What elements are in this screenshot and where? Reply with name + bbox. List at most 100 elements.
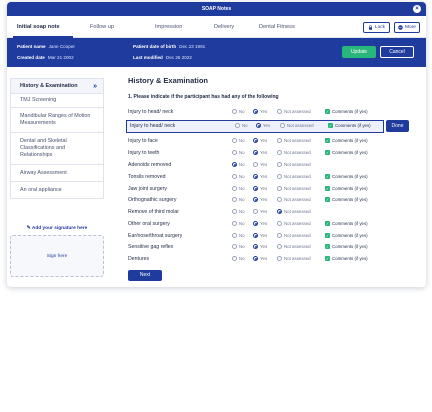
radio-not-assessed[interactable]: Not assessed (277, 244, 311, 249)
tab-impression[interactable]: Impression (155, 16, 182, 38)
radio-yes[interactable]: Yes (253, 209, 267, 214)
done-button[interactable]: Done (386, 120, 409, 132)
radio-no[interactable]: No (232, 233, 245, 238)
radio-not-assessed[interactable]: Not assessed (277, 109, 311, 114)
radio-label: Yes (260, 197, 268, 202)
radio-label: Not assessed (284, 197, 311, 202)
radio-yes[interactable]: Yes (253, 233, 267, 238)
window-title: SOAP Notes (201, 6, 232, 12)
radio-no[interactable]: No (232, 244, 245, 249)
comments-checkbox[interactable]: ✓ Comments (if yes) (325, 244, 368, 249)
radio-circle-icon (253, 244, 258, 249)
radio-label: Not assessed (284, 244, 311, 249)
comments-checkbox[interactable]: ✓ Comments (if yes) (328, 123, 371, 128)
more-button[interactable]: More (394, 22, 420, 33)
radio-no[interactable]: No (232, 221, 245, 226)
radio-no[interactable]: No (232, 109, 245, 114)
radio-not-assessed[interactable]: Not assessed (280, 123, 314, 128)
radio-label: Yes (260, 233, 268, 238)
radio-circle-icon (232, 256, 237, 261)
comments-checkbox[interactable]: ✓ Comments (if yes) (325, 197, 368, 202)
radio-yes[interactable]: Yes (253, 256, 267, 261)
question-row: Orthognathic surgery No Yes Not assessed ✓ Co… (128, 195, 368, 206)
created-date: Created date Mar 21 2002 (17, 55, 74, 60)
radio-not-assessed[interactable]: Not assessed (277, 256, 311, 261)
radio-no[interactable]: No (232, 209, 245, 214)
radio-not-assessed[interactable]: Not assessed (277, 138, 311, 143)
comments-label: Comments (if yes) (332, 174, 368, 179)
comments-label: Comments (if yes) (332, 233, 368, 238)
radio-yes[interactable]: Yes (253, 138, 267, 143)
comments-checkbox[interactable]: ✓ Comments (if yes) (325, 186, 368, 191)
radio-not-assessed[interactable]: Not assessed (277, 209, 311, 214)
comments-checkbox[interactable]: ✓ Comments (if yes) (325, 174, 368, 179)
sidebar-item-dental-skeletal[interactable]: Dental and Skeletal Classifications and … (10, 133, 104, 165)
radio-not-assessed[interactable]: Not assessed (277, 150, 311, 155)
close-button[interactable]: × (413, 5, 421, 13)
radio-not-assessed[interactable]: Not assessed (277, 233, 311, 238)
radio-label: Yes (260, 162, 268, 167)
radio-not-assessed[interactable]: Not assessed (277, 221, 311, 226)
radio-yes[interactable]: Yes (253, 244, 267, 249)
radio-yes[interactable]: Yes (253, 197, 267, 202)
radio-yes[interactable]: Yes (253, 109, 267, 114)
checkbox-checked-icon: ✓ (325, 138, 330, 143)
radio-not-assessed[interactable]: Not assessed (277, 197, 311, 202)
sidebar-item-history-examination[interactable]: History & Examination » (10, 78, 104, 94)
comments-checkbox[interactable]: ✓ Comments (if yes) (325, 221, 368, 226)
radio-no[interactable]: No (232, 186, 245, 191)
question-row: Tonsils removed No Yes Not assessed ✓ Comment… (128, 172, 368, 183)
radio-circle-icon (277, 138, 282, 143)
radio-circle-icon (277, 186, 282, 191)
checkbox-checked-icon: ✓ (325, 197, 330, 202)
radio-no[interactable]: No (232, 138, 245, 143)
comments-checkbox[interactable]: ✓ Comments (if yes) (325, 256, 368, 261)
radio-yes[interactable]: Yes (253, 221, 267, 226)
sidebar-item-mandibular-ranges[interactable]: Mandibular Ranges of Motion Measurements (10, 108, 104, 133)
radio-no[interactable]: No (232, 256, 245, 261)
comments-checkbox[interactable]: ✓ Comments (if yes) (325, 233, 368, 238)
radio-yes[interactable]: Yes (253, 174, 267, 179)
question-row: Sensitive gag reflex No Yes Not assessed ✓ Co… (128, 242, 368, 253)
radio-no[interactable]: No (232, 197, 245, 202)
comments-checkbox[interactable]: ✓ Comments (if yes) (325, 150, 368, 155)
sidebar-item-airway-assessment[interactable]: Airway Assessment (10, 165, 104, 182)
sidebar-item-oral-appliance[interactable]: An oral appliance (10, 182, 104, 199)
patient-name-value: Jane Cooper (48, 44, 75, 49)
radio-no[interactable]: No (232, 150, 245, 155)
radio-label: Not assessed (284, 186, 311, 191)
question-row: Injury to head/ neck No Yes Not assessed ✓ Co… (128, 107, 368, 118)
comments-label: Comments (if yes) (332, 256, 368, 261)
radio-circle-icon (277, 233, 282, 238)
radio-label: Yes (260, 256, 268, 261)
radio-label: Yes (260, 174, 268, 179)
tab-dental-fitness[interactable]: Dental Fitness (259, 16, 295, 38)
radio-not-assessed[interactable]: Not assessed (277, 162, 311, 167)
tab-follow-up[interactable]: Follow up (90, 16, 114, 38)
signature-pad[interactable]: Sign here (10, 235, 104, 277)
update-button[interactable]: Update (342, 46, 376, 58)
radio-no[interactable]: No (232, 162, 245, 167)
radio-yes[interactable]: Yes (253, 186, 267, 191)
lock-button[interactable]: Lock (363, 22, 390, 33)
radio-yes[interactable]: Yes (253, 162, 267, 167)
radio-not-assessed[interactable]: Not assessed (277, 174, 311, 179)
tab-delivery[interactable]: Delivery (214, 16, 234, 38)
next-button[interactable]: Next (128, 270, 162, 281)
radio-label: Not assessed (287, 123, 314, 128)
radio-label: Not assessed (284, 174, 311, 179)
comments-label: Comments (if yes) (332, 138, 368, 143)
radio-yes[interactable]: Yes (256, 123, 270, 128)
radio-no[interactable]: No (232, 174, 245, 179)
radio-label: Yes (260, 109, 268, 114)
comments-checkbox[interactable]: ✓ Comments (if yes) (325, 138, 368, 143)
radio-circle-icon (232, 197, 237, 202)
radio-yes[interactable]: Yes (253, 150, 267, 155)
tab-initial-soap-note[interactable]: Initial soap note (17, 16, 60, 38)
radio-not-assessed[interactable]: Not assessed (277, 186, 311, 191)
radio-no[interactable]: No (235, 123, 248, 128)
cancel-button[interactable]: Cancel (380, 46, 414, 58)
comments-checkbox[interactable]: ✓ Comments (if yes) (325, 109, 368, 114)
sidebar-item-tmj-screening[interactable]: TMJ Screening (10, 94, 104, 108)
last-modified: Last modified Dec 26 2022 (133, 55, 192, 60)
